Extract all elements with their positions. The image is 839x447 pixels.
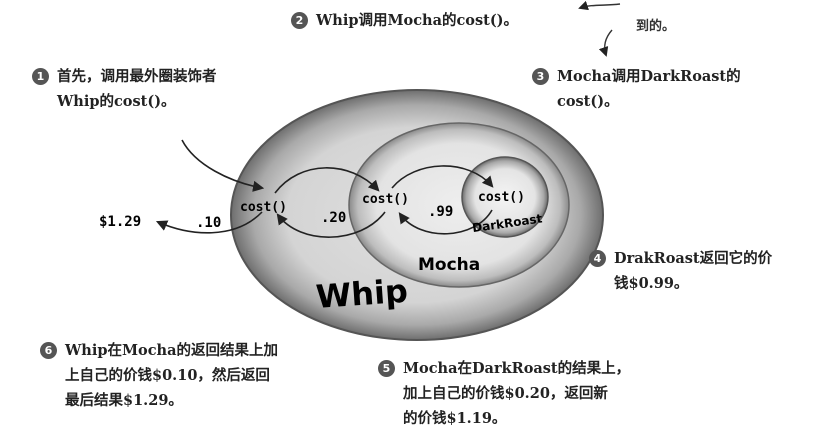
corner-note: 到的。: [636, 18, 675, 34]
step-1-number-badge: 1: [32, 68, 49, 85]
step-6: 6 Whip在Mocha的返回结果上加 上自己的价钱$0.10，然后返回 最后结果…: [40, 338, 278, 413]
step-4-text-line-2: 钱$0.99。: [614, 275, 689, 292]
ring-label-mocha: Mocha: [418, 255, 480, 275]
step-1-text-line-2: Whip的cost()。: [57, 93, 176, 110]
step-5-text-line-2: 加上自己的价钱$0.20，返回新: [403, 385, 608, 402]
step-5-text-line-1: Mocha在DarkRoast的结果上，: [403, 360, 631, 377]
step-4-number-badge: 4: [589, 250, 606, 267]
step-3: 3 Mocha调用DarkRoast的 cost()。: [532, 64, 741, 114]
step-3-number-badge: 3: [532, 68, 549, 85]
step-6-number-badge: 6: [40, 342, 57, 359]
step-5: 5 Mocha在DarkRoast的结果上， 加上自己的价钱$0.20，返回新 的…: [378, 356, 630, 431]
step-6-text-line-3: 最后结果$1.29。: [65, 392, 183, 409]
ring-label-whip: Whip: [315, 272, 409, 316]
step-3-text-line-1: Mocha调用DarkRoast的: [557, 68, 741, 85]
value-darkroast: .99: [428, 204, 453, 220]
step-6-text-line-1: Whip在Mocha的返回结果上加: [65, 342, 278, 359]
step-5-number-badge: 5: [378, 360, 395, 377]
call-label-darkroast: cost(): [478, 190, 525, 205]
step-1-text-line-1: 首先，调用最外圈装饰者: [57, 68, 217, 85]
call-label-mocha: cost(): [362, 192, 409, 207]
corner-arrow: [578, 0, 621, 11]
value-total: $1.29: [99, 214, 141, 230]
step-4-text-line-1: DrakRoast返回它的价: [614, 250, 773, 267]
step-4: 4 DrakRoast返回它的价 钱$0.99。: [589, 246, 772, 296]
step-3-text-line-2: cost()。: [557, 93, 619, 110]
step-2-number-badge: 2: [291, 12, 308, 29]
step-6-text-line-2: 上自己的价钱$0.10，然后返回: [65, 367, 270, 384]
call-label-whip: cost(): [240, 200, 287, 215]
step-1: 1 首先，调用最外圈装饰者 Whip的cost()。: [32, 64, 217, 114]
value-whip: .10: [196, 215, 221, 231]
corner-arrow-2: [598, 29, 613, 57]
value-mocha: .20: [321, 210, 346, 226]
step-5-text-line-3: 的价钱$1.19。: [403, 410, 507, 427]
step-2: 2 Whip调用Mocha的cost()。: [291, 8, 518, 33]
step-2-text-line-1: Whip调用Mocha的cost()。: [316, 12, 519, 29]
